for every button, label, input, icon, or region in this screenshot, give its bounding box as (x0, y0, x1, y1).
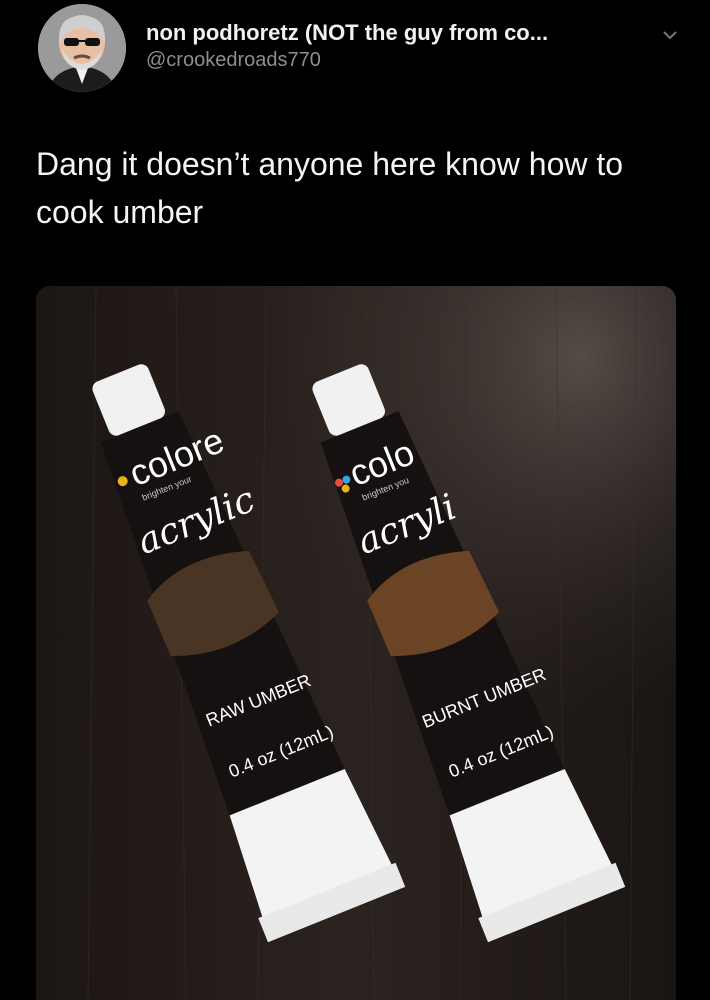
tweet-photo[interactable]: colore brighten your acrylic RAW UMBER 0… (36, 286, 676, 1000)
tweet-text: Dang it doesn’t anyone here know how to … (36, 146, 624, 230)
avatar[interactable] (38, 4, 126, 92)
chevron-down-icon[interactable] (662, 27, 678, 43)
display-name[interactable]: non podhoretz (NOT the guy from co... (146, 20, 666, 46)
author-info: non podhoretz (NOT the guy from co... @c… (146, 20, 666, 74)
tweet-header: non podhoretz (NOT the guy from co... @c… (0, 0, 710, 110)
handle[interactable]: @crookedroads770 (146, 46, 666, 74)
